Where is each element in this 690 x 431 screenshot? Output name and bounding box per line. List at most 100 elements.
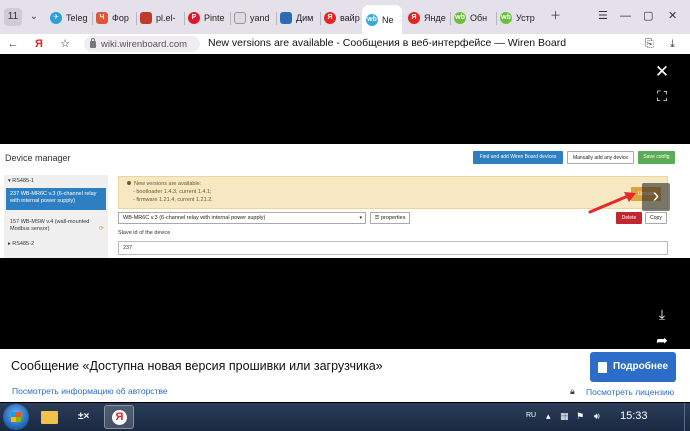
tab-label: Teleg (66, 13, 88, 23)
bookmark-star-icon[interactable]: ☆ (58, 36, 72, 52)
page-title: New versions are available - Сообщения в… (208, 37, 567, 49)
tab-label: Фор (112, 13, 129, 23)
yandex-logo-icon[interactable]: Я (32, 36, 46, 52)
port-label: RS485-1 (12, 178, 35, 184)
sidebar-device-wb-mr6c[interactable]: 237 WB-MR6C v.3 (6-channel relay with in… (6, 188, 106, 210)
wirenboard-icon: wb (366, 13, 378, 26)
copy-button[interactable]: Copy (645, 212, 667, 224)
annotation-arrow-icon (588, 192, 636, 214)
tab-dim[interactable]: Дим (280, 6, 318, 30)
tab-label: Дим (296, 13, 314, 23)
volume-icon[interactable]: 🔊︎ (594, 411, 600, 421)
folder-icon (41, 411, 58, 424)
address-bar: ← Я ☆ wiki.wirenboard.com New versions a… (0, 34, 690, 54)
windows-taskbar: ±× Я RU ▴ ▦ ⚑ 🔊︎ 15:33 (0, 403, 690, 431)
device-label: 157 WB-MSW v.4 (wall-mounted Modbus sens… (10, 219, 90, 232)
slave-id-label: Slave id of the device (118, 230, 171, 236)
tray-arrow-icon[interactable]: ▴ (546, 411, 551, 421)
device-manager-title: Device manager (5, 153, 71, 163)
tab-yandex[interactable]: Я Янде (408, 6, 448, 30)
taskbar-yandex-browser[interactable]: Я (104, 405, 134, 429)
tab-separator (136, 12, 137, 25)
tab-search-wirenboard[interactable]: Я вайр (324, 6, 362, 30)
find-devices-button[interactable]: Find and add Wiren Board devices (473, 151, 563, 164)
more-details-button[interactable]: Подробнее (590, 352, 676, 382)
back-arrow-icon[interactable]: ← (6, 36, 20, 52)
port-rs485-1[interactable]: ▾ RS485-1 (8, 178, 34, 184)
port-rs485-2[interactable]: ▸ RS485-2 (8, 241, 34, 247)
device-type-select[interactable]: WB-MR6C v.3 (6-channel relay with intern… (118, 212, 366, 224)
share-icon[interactable]: ➦ (653, 332, 671, 348)
tab-label: Ne (382, 14, 394, 25)
tab-label: Устр (516, 13, 535, 23)
next-image-chevron-icon[interactable]: › (642, 183, 670, 211)
wirenboard-icon: wb (454, 12, 466, 24)
minimize-icon[interactable]: — (620, 8, 631, 24)
forum-icon: Ч (96, 12, 108, 24)
license-link[interactable]: Посмотреть лицензию (586, 387, 674, 397)
document-icon (234, 12, 246, 24)
tab-label: Pinte (204, 13, 225, 23)
url-field[interactable]: wiki.wirenboard.com (84, 36, 200, 52)
tab-label: Янде (424, 13, 446, 23)
lightbox-download-icon[interactable]: ⤓ (653, 306, 671, 322)
chevron-down-icon: ▾ (359, 215, 362, 221)
properties-label: properties (381, 215, 406, 221)
language-indicator[interactable]: RU (526, 412, 536, 419)
taskbar-calculator[interactable]: ±× (70, 405, 100, 429)
tab-devices[interactable]: wb Устр (500, 6, 544, 30)
license-lock-icon: 🔒︎ (570, 386, 575, 396)
tab-label: yand (250, 13, 270, 23)
tab-label: pl.el- (156, 13, 176, 23)
tab-yandex-doc[interactable]: yand (234, 6, 274, 30)
tab-update[interactable]: wb Обн (454, 6, 494, 30)
tab-telegram[interactable]: ✈ Teleg (50, 6, 90, 30)
url-text: wiki.wirenboard.com (101, 38, 188, 50)
author-info-link[interactable]: Посмотреть информацию об авторстве (12, 386, 168, 396)
save-config-button[interactable]: Save config (638, 151, 675, 164)
start-button[interactable] (3, 404, 29, 430)
properties-button[interactable]: ☰ properties (370, 212, 410, 224)
tab-active-new-versions[interactable]: wb Ne ✕ (362, 5, 402, 34)
flag-icon[interactable]: ⚑ (576, 411, 584, 421)
tab-pl-el[interactable]: pl.el- (140, 6, 182, 30)
yandex-browser-icon: Я (112, 410, 127, 425)
show-desktop-button[interactable] (684, 403, 690, 431)
taskbar-clock[interactable]: 15:33 (620, 410, 648, 422)
wirenboard-icon: wb (500, 12, 512, 24)
tab-separator (320, 12, 321, 25)
slave-id-input[interactable]: 237 (118, 241, 668, 255)
manual-add-button[interactable]: Manually add any device (567, 151, 634, 164)
alert-firmware-line: - firmware 1.21.4, current 1.21.2. (133, 197, 213, 203)
lightbox-close-icon[interactable]: ✕ (653, 63, 671, 80)
fullscreen-icon[interactable]: ⛶ (653, 88, 671, 104)
image-info-panel: Сообщение «Доступна новая версия прошивк… (0, 349, 690, 402)
device-label: 237 WB-MR6C v.3 (6-channel relay with in… (10, 191, 97, 204)
alert-heading-text: New versions are available: (134, 181, 202, 187)
network-icon[interactable]: ▦ (560, 411, 569, 421)
new-tab-plus-icon[interactable]: ＋ (550, 8, 561, 24)
tab-separator (450, 12, 451, 25)
taskbar-explorer[interactable] (34, 405, 64, 429)
tab-close-icon[interactable]: ✕ (401, 14, 402, 25)
profile-icon (280, 12, 292, 24)
tab-count-badge[interactable]: 11 (4, 8, 22, 26)
port-label: RS485-2 (12, 241, 35, 247)
document-icon (598, 361, 607, 373)
tab-separator (276, 12, 277, 25)
maximize-icon[interactable]: ▢ (643, 8, 653, 24)
tab-label: Обн (470, 13, 488, 23)
alert-heading: New versions are available: (127, 181, 201, 187)
lock-icon (90, 37, 96, 48)
image-caption: Сообщение «Доступна новая версия прошивк… (11, 359, 383, 373)
tab-separator (230, 12, 231, 25)
tab-forum[interactable]: Ч Фор (96, 6, 132, 30)
browser-tab-strip: 11 ⌄ ✈ Teleg Ч Фор pl.el- P Pinte yand Д… (0, 0, 690, 34)
reader-mode-icon[interactable]: ⎘ (645, 36, 654, 52)
bookmarks-icon[interactable]: ☰ (598, 8, 608, 24)
tab-pinterest[interactable]: P Pinte (188, 6, 228, 30)
tab-list-chevron-icon[interactable]: ⌄ (27, 8, 41, 26)
download-icon[interactable]: ⤓ (670, 36, 675, 52)
sidebar-device-wb-msw[interactable]: 157 WB-MSW v.4 (wall-mounted Modbus sens… (10, 219, 102, 233)
window-close-icon[interactable]: ✕ (668, 8, 677, 24)
